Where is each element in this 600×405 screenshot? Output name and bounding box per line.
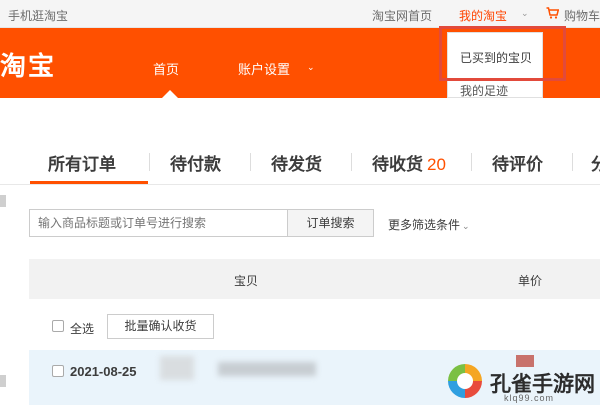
highlight-box <box>439 26 566 81</box>
column-header-unit-price: 单价 <box>518 274 543 288</box>
tab-label: 待评价 <box>492 155 543 174</box>
menu-item-my-footprint[interactable]: 我的足迹 <box>460 82 508 99</box>
chevron-down-icon[interactable]: ⌄ <box>521 8 529 19</box>
order-search-input[interactable] <box>29 209 288 237</box>
cart-link[interactable]: 购物车 <box>564 7 600 24</box>
tab-pending-review[interactable]: 待评价 <box>492 150 543 175</box>
more-filters-label: 更多筛选条件 <box>388 218 461 232</box>
tab-divider <box>149 153 150 171</box>
order-date: 2021-08-25 <box>70 364 137 379</box>
tab-pending-receipt[interactable]: 待收货 20 <box>372 150 446 175</box>
cart-icon[interactable] <box>546 7 560 22</box>
tab-pending-payment[interactable]: 待付款 <box>170 150 221 175</box>
tab-label: 分 <box>591 155 600 174</box>
order-table-header: 宝贝 单价 <box>29 259 600 299</box>
tab-label: 所有订单 <box>48 155 116 174</box>
tab-divider <box>471 153 472 171</box>
taobao-home-link[interactable]: 淘宝网首页 <box>372 7 432 24</box>
batch-confirm-receipt-button[interactable]: 批量确认收货 <box>107 314 214 339</box>
blurred-order-info <box>218 362 316 376</box>
left-edge-fragment <box>0 375 6 387</box>
tab-divider <box>351 153 352 171</box>
peacock-logo-icon <box>448 364 482 398</box>
chevron-down-icon: ⌄ <box>462 221 470 231</box>
watermark-url: klq99.com <box>504 393 555 403</box>
active-tab-indicator <box>30 181 148 184</box>
order-search-button[interactable]: 订单搜索 <box>287 209 374 237</box>
tab-divider <box>572 153 573 171</box>
tab-more[interactable]: 分 <box>591 150 600 175</box>
order-checkbox[interactable] <box>52 365 64 377</box>
site-watermark: 孔雀手游网 klq99.com <box>446 360 600 405</box>
more-filters-toggle[interactable]: 更多筛选条件 ⌄ <box>388 216 470 233</box>
left-edge-fragment <box>0 195 6 207</box>
tab-pending-shipment[interactable]: 待发货 <box>271 150 322 175</box>
tab-label: 待发货 <box>271 155 322 174</box>
blurred-shop-avatar <box>160 356 194 380</box>
tab-all-orders[interactable]: 所有订单 <box>48 150 116 175</box>
active-nav-pointer <box>162 90 178 98</box>
tab-count-badge: 20 <box>427 155 446 174</box>
order-tabs: 所有订单 待付款 待发货 待收货 20 待评价 分 <box>0 140 600 185</box>
tab-divider <box>250 153 251 171</box>
select-all-label: 全选 <box>70 322 95 336</box>
taobao-logo[interactable]: 淘宝 <box>0 46 56 83</box>
tab-label: 待付款 <box>170 155 221 174</box>
mobile-taobao-link[interactable]: 手机逛淘宝 <box>8 7 68 24</box>
nav-account-settings[interactable]: 账户设置 <box>238 59 290 78</box>
chevron-down-icon[interactable]: ⌄ <box>307 62 315 73</box>
my-taobao-link[interactable]: 我的淘宝 <box>459 7 507 24</box>
tab-label: 待收货 <box>372 155 423 174</box>
select-all-checkbox[interactable] <box>52 320 64 332</box>
nav-home[interactable]: 首页 <box>153 59 179 78</box>
top-utility-bar: 手机逛淘宝 淘宝网首页 我的淘宝 ⌄ 购物车 <box>0 0 600 28</box>
column-header-item: 宝贝 <box>234 274 259 288</box>
